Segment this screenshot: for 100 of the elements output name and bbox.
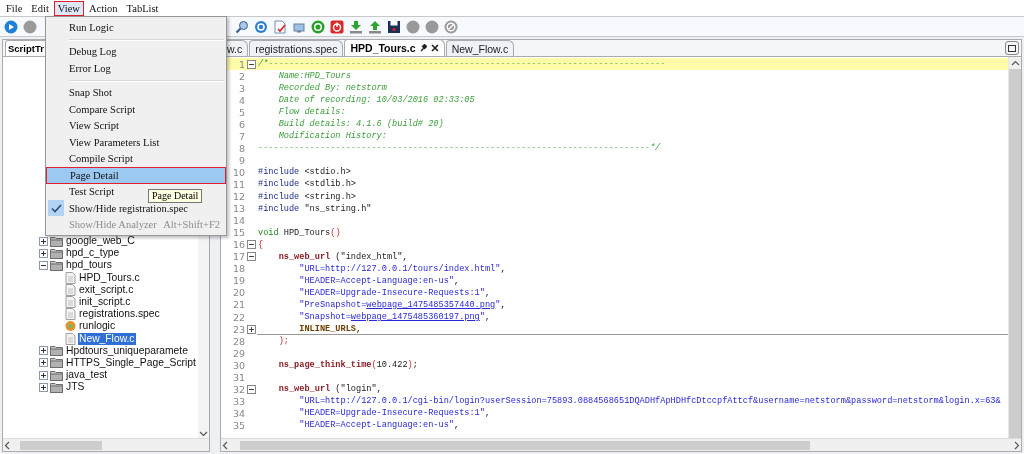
code-line: "HEADER=Accept-Language:en-us", (298, 274, 460, 287)
collapse-icon[interactable] (247, 240, 256, 250)
scrollbar[interactable] (221, 438, 1021, 451)
folder-icon (50, 369, 63, 381)
line-number: 16 (231, 239, 245, 251)
menu-item[interactable]: Debug Log (46, 43, 123, 60)
block-icon[interactable] (444, 19, 458, 34)
line-number: 35 (231, 419, 245, 431)
tree-item[interactable]: New_Flow.c (78, 332, 136, 345)
tree-item[interactable]: hpd_tours (65, 259, 113, 272)
menu-item[interactable]: Show/Hide registration.spec (46, 200, 194, 217)
line-number: 10 (231, 166, 245, 178)
code-line: Date of recording: 10/03/2016 02:33:05 (277, 94, 475, 107)
menu-item[interactable]: Page Detail (46, 167, 226, 184)
close-icon[interactable] (430, 44, 439, 52)
menu-item[interactable]: View Parameters List (46, 134, 166, 151)
line-number: 6 (237, 118, 245, 130)
tree-item[interactable]: init_script.c (78, 296, 132, 309)
line-number: 13 (231, 203, 245, 215)
line-number: 18 (231, 263, 245, 275)
line-number: 9 (237, 154, 245, 166)
menu-item[interactable]: View Script (46, 117, 125, 134)
snapshot-link[interactable]: webpage_1475485357440.png (366, 299, 496, 310)
collapse-icon[interactable] (247, 384, 256, 394)
collapse-icon[interactable] (39, 260, 48, 270)
code-line: Recorded By: netstorm (277, 82, 387, 95)
code-line: "HEADER=Upgrade-Insecure-Requests:1", (298, 407, 491, 420)
tree-item[interactable]: Hpdtours_uniqueparamete (65, 344, 189, 357)
document-icon[interactable] (273, 19, 287, 34)
menu-item[interactable]: Test Script (46, 183, 121, 200)
upload-icon[interactable] (368, 19, 382, 34)
menu-item[interactable]: Error Log (46, 60, 117, 77)
circle-icon[interactable] (425, 19, 439, 34)
power-icon[interactable] (330, 19, 344, 34)
code-line: Modification History: (277, 130, 387, 143)
expand-icon[interactable] (39, 248, 48, 258)
code-line: Build details: 4.1.6 (build# 20) (277, 118, 444, 131)
file-icon (65, 271, 76, 284)
left-chevron-icon[interactable] (3, 440, 12, 450)
expand-icon[interactable] (39, 236, 48, 246)
expand-icon[interactable] (247, 324, 256, 334)
tree-item[interactable]: hpd_c_type (65, 247, 121, 260)
line-number: 11 (231, 179, 245, 190)
down-chevron-icon[interactable] (199, 429, 208, 438)
tree-item[interactable]: registrations.spec (78, 308, 161, 321)
tree-item[interactable]: JTS (65, 381, 86, 394)
up-chevron-icon[interactable] (1010, 58, 1020, 68)
panel-tab[interactable]: ScriptTr (5, 40, 47, 56)
snapshot-link[interactable]: webpage_1475485360197.png (350, 312, 480, 322)
menu-item[interactable]: Snap Shot (46, 84, 118, 101)
folder-icon (50, 381, 63, 393)
play-icon[interactable] (4, 19, 18, 34)
left-chevron-icon[interactable] (221, 440, 230, 450)
circle-icon[interactable] (406, 19, 420, 34)
editor-tab[interactable]: HPD_Tours.c (344, 39, 445, 56)
menu-item[interactable]: Compare Script (46, 101, 142, 118)
menu-item[interactable]: Run Logic (46, 19, 120, 36)
menu-item[interactable]: Compile Script (46, 150, 139, 167)
line-number: 19 (231, 275, 245, 287)
download-icon[interactable] (349, 19, 363, 34)
scrollbar[interactable] (1008, 57, 1021, 438)
menu-title[interactable]: Edit (27, 0, 53, 16)
editor-tab[interactable]: New_Flow.c (445, 40, 515, 56)
line-number: 23 (231, 323, 245, 335)
tree-item[interactable]: HPD_Tours.c (78, 271, 141, 284)
tree-item[interactable]: java_test (65, 369, 109, 382)
menu-title[interactable]: View (53, 0, 84, 16)
file-icon (65, 296, 76, 309)
line-number: 8 (237, 142, 245, 154)
line-number: 29 (231, 347, 245, 359)
code-line: Flow details: (277, 106, 346, 119)
menu-title[interactable]: File (2, 0, 27, 16)
expand-icon[interactable] (39, 358, 48, 368)
folder-icon (50, 235, 63, 247)
tree-item[interactable]: google_web_C (65, 235, 136, 248)
magnifier-icon[interactable] (235, 19, 249, 34)
code-line: ns_page_think_time(10.422); (277, 359, 418, 372)
menu-title[interactable]: TabList (122, 0, 163, 16)
tree-item[interactable]: runlogic (78, 320, 117, 333)
code-line: #include <string.h> (258, 190, 356, 203)
pin-icon[interactable] (419, 44, 427, 52)
tree-item[interactable]: HTTPS_Single_Page_Script (65, 356, 197, 369)
collapse-icon[interactable] (247, 59, 256, 69)
line-number: 4 (237, 94, 245, 106)
line-number: 21 (231, 299, 245, 311)
circle-icon[interactable] (23, 19, 37, 34)
code-line: ); (277, 335, 289, 348)
expand-icon[interactable] (39, 370, 48, 380)
tree-item[interactable]: exit_script.c (78, 283, 135, 296)
menu-title[interactable]: Action (84, 0, 122, 16)
line-number: 7 (237, 130, 245, 142)
expand-icon[interactable] (39, 382, 48, 392)
save-icon[interactable] (387, 19, 401, 34)
scrollbar[interactable] (3, 438, 209, 451)
line-number: 17 (231, 251, 245, 263)
right-chevron-icon[interactable] (1012, 440, 1021, 450)
editor-tab[interactable]: registrations.spec (249, 40, 344, 56)
expand-icon[interactable] (39, 346, 48, 356)
maximize-button[interactable] (1005, 41, 1019, 55)
collapse-icon[interactable] (247, 252, 256, 262)
